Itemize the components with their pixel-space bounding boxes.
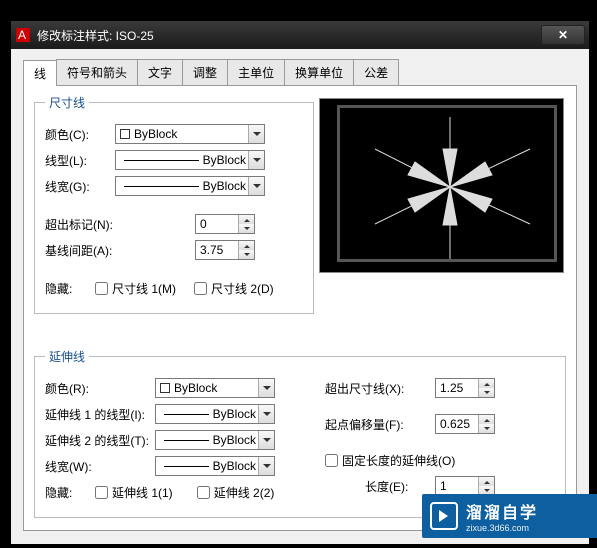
spin-offset[interactable] xyxy=(435,414,495,434)
line-sample-icon xyxy=(164,414,209,415)
chevron-down-icon xyxy=(258,405,274,423)
spin-baseline[interactable] xyxy=(195,240,255,260)
spin-extend[interactable] xyxy=(195,214,255,234)
group-extline: 延伸线 颜色(R): ByBlock 延伸线 1 的线型(I): xyxy=(34,348,566,518)
tab-tolerance[interactable]: 公差 xyxy=(353,59,399,85)
combo-dimline-linetype[interactable]: ByBlock xyxy=(115,150,265,170)
spin-down-icon[interactable] xyxy=(239,224,254,233)
input-length[interactable] xyxy=(436,477,478,495)
spin-down-icon[interactable] xyxy=(479,388,494,397)
group-extline-legend: 延伸线 xyxy=(45,348,89,365)
label-fixed-length: 固定长度的延伸线(O) xyxy=(342,452,455,469)
tab-symbols-arrows[interactable]: 符号和箭头 xyxy=(56,59,138,85)
label-color: 颜色(C): xyxy=(45,126,115,143)
label-hide-extline: 隐藏: xyxy=(45,484,95,501)
spin-up-icon[interactable] xyxy=(239,215,254,224)
preview-pane xyxy=(319,98,564,273)
label-ext-color: 颜色(R): xyxy=(45,380,155,397)
app-icon: A xyxy=(15,27,31,43)
line-sample-icon xyxy=(164,440,209,441)
svg-text:A: A xyxy=(18,28,26,42)
label-hide-extline2: 延伸线 2(2) xyxy=(214,484,275,501)
check-hide-dimline2[interactable] xyxy=(194,282,207,295)
window-title: 修改标注样式: ISO-25 xyxy=(37,27,541,44)
tab-text[interactable]: 文字 xyxy=(137,59,183,85)
check-hide-dimline1[interactable] xyxy=(95,282,108,295)
group-dimline: 尺寸线 颜色(C): ByBlock 线型(L): ByBlock xyxy=(34,94,314,314)
chevron-down-icon xyxy=(248,151,264,169)
combo-extline-lt2[interactable]: ByBlock xyxy=(155,430,275,450)
tab-line[interactable]: 线 xyxy=(23,60,57,86)
line-sample-icon xyxy=(164,466,209,467)
watermark-brand: 溜溜自学 xyxy=(466,499,538,523)
chevron-down-icon xyxy=(258,431,274,449)
tab-primary-units[interactable]: 主单位 xyxy=(227,59,285,85)
tab-panel: 尺寸线 颜色(C): ByBlock 线型(L): ByBlock xyxy=(23,86,577,531)
label-linetype: 线型(L): xyxy=(45,152,115,169)
check-hide-extline1[interactable] xyxy=(95,486,108,499)
chevron-down-icon xyxy=(258,457,274,475)
swatch-icon xyxy=(160,383,170,393)
spin-up-icon[interactable] xyxy=(479,415,494,424)
combo-dimline-lineweight[interactable]: ByBlock xyxy=(115,176,265,196)
spin-up-icon[interactable] xyxy=(479,477,494,486)
line-sample-icon xyxy=(124,160,199,161)
spin-down-icon[interactable] xyxy=(479,424,494,433)
input-offset[interactable] xyxy=(436,415,478,433)
spin-beyond[interactable] xyxy=(435,378,495,398)
watermark: 溜溜自学 zixue.3d66.com xyxy=(422,494,597,538)
spin-up-icon[interactable] xyxy=(239,241,254,250)
tab-alternate-units[interactable]: 换算单位 xyxy=(284,59,354,85)
chevron-down-icon xyxy=(248,177,264,195)
input-baseline[interactable] xyxy=(196,241,238,259)
label-ext-lt1: 延伸线 1 的线型(I): xyxy=(45,406,155,423)
tab-strip: 线 符号和箭头 文字 调整 主单位 换算单位 公差 xyxy=(23,59,577,86)
label-hide-dimline2: 尺寸线 2(D) xyxy=(211,280,274,297)
close-icon: ✕ xyxy=(558,28,568,42)
check-fixed-length[interactable] xyxy=(325,454,338,467)
check-hide-extline2[interactable] xyxy=(197,486,210,499)
input-beyond[interactable] xyxy=(436,379,478,397)
group-dimline-legend: 尺寸线 xyxy=(45,94,89,111)
label-hide-dimline1: 尺寸线 1(M) xyxy=(112,280,176,297)
chevron-down-icon xyxy=(258,379,274,397)
combo-extline-lt1[interactable]: ByBlock xyxy=(155,404,275,424)
combo-dimline-color[interactable]: ByBlock xyxy=(115,124,265,144)
close-button[interactable]: ✕ xyxy=(541,25,585,45)
combo-extline-lw[interactable]: ByBlock xyxy=(155,456,275,476)
swatch-icon xyxy=(120,129,130,139)
label-hide-extline1: 延伸线 1(1) xyxy=(112,484,173,501)
label-extend: 超出标记(N): xyxy=(45,216,195,233)
titlebar: A 修改标注样式: ISO-25 ✕ xyxy=(11,21,589,49)
client-area: 线 符号和箭头 文字 调整 主单位 换算单位 公差 xyxy=(11,49,589,544)
chevron-down-icon xyxy=(248,125,264,143)
dialog-window: A 修改标注样式: ISO-25 ✕ 线 符号和箭头 文字 调整 主单位 换算单… xyxy=(10,20,590,545)
watermark-url: zixue.3d66.com xyxy=(466,523,538,533)
spin-down-icon[interactable] xyxy=(239,250,254,259)
label-lineweight: 线宽(G): xyxy=(45,178,115,195)
input-extend[interactable] xyxy=(196,215,238,233)
spin-length[interactable] xyxy=(435,476,495,496)
label-offset: 起点偏移量(F): xyxy=(325,416,435,433)
label-baseline: 基线间距(A): xyxy=(45,242,195,259)
label-hide-dimline: 隐藏: xyxy=(45,280,95,297)
play-icon xyxy=(430,502,458,530)
label-ext-lt2: 延伸线 2 的线型(T): xyxy=(45,432,155,449)
label-ext-lw: 线宽(W): xyxy=(45,458,155,475)
line-sample-icon xyxy=(124,186,199,187)
label-beyond: 超出尺寸线(X): xyxy=(325,380,435,397)
tab-fit[interactable]: 调整 xyxy=(182,59,228,85)
combo-extline-color[interactable]: ByBlock xyxy=(155,378,275,398)
spin-up-icon[interactable] xyxy=(479,379,494,388)
label-length: 长度(E): xyxy=(365,478,435,495)
